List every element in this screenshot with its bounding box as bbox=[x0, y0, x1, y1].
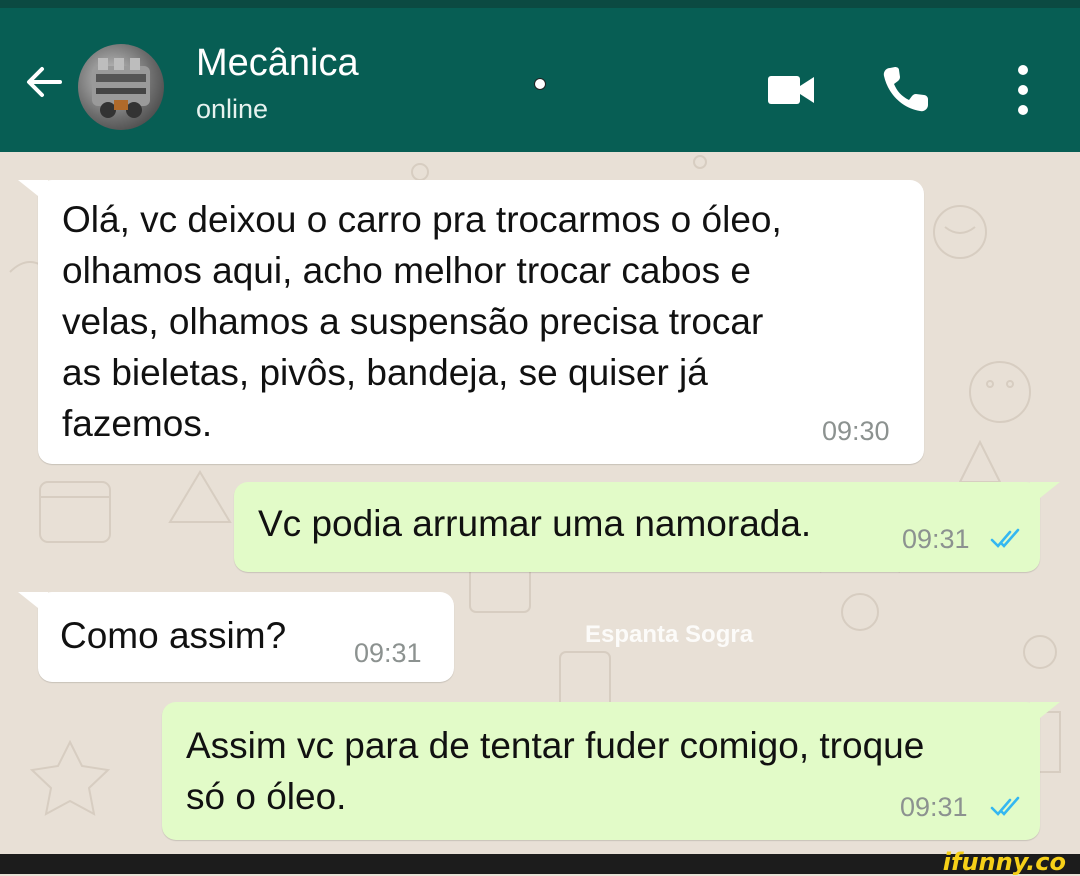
message-time: 09:31 bbox=[902, 524, 970, 554]
bubble-tail bbox=[1030, 702, 1060, 726]
message-time: 09:31 bbox=[354, 638, 422, 668]
incoming-message[interactable]: Como assim? 09:31 bbox=[38, 592, 454, 682]
chat-area[interactable]: Olá, vc deixou o carro pra trocarmos o ó… bbox=[0, 152, 1080, 854]
video-call-icon[interactable] bbox=[766, 72, 816, 108]
message-line: velas, olhamos a suspensão precisa troca… bbox=[62, 301, 764, 342]
outgoing-message[interactable]: Vc podia arrumar uma namorada. 09:31 bbox=[234, 482, 1040, 572]
bubble-tail bbox=[18, 180, 48, 204]
contact-name[interactable]: Mecânica bbox=[196, 42, 359, 85]
back-arrow-icon[interactable] bbox=[20, 58, 68, 106]
status-dot bbox=[534, 78, 546, 90]
contact-avatar[interactable] bbox=[78, 44, 164, 130]
engine-photo-icon bbox=[92, 58, 150, 118]
voice-call-icon[interactable] bbox=[880, 64, 932, 114]
read-receipt-icon bbox=[990, 796, 1020, 816]
read-receipt-icon bbox=[990, 528, 1020, 548]
watermark: Espanta Sogra bbox=[585, 621, 754, 648]
status-bar-strip bbox=[0, 0, 1080, 8]
message-time: 09:30 bbox=[822, 416, 890, 446]
message-line: as bieletas, pivôs, bandeja, se quiser j… bbox=[62, 352, 708, 393]
message-line: Assim vc para de tentar fuder comigo, tr… bbox=[186, 725, 925, 766]
message-line: olhamos aqui, acho melhor trocar cabos e bbox=[62, 250, 751, 291]
message-time: 09:31 bbox=[900, 792, 968, 822]
message-text: Vc podia arrumar uma namorada. bbox=[258, 503, 812, 544]
message-line: fazemos. bbox=[62, 403, 213, 444]
outgoing-message[interactable]: Assim vc para de tentar fuder comigo, tr… bbox=[162, 702, 1040, 840]
contact-status: online bbox=[196, 94, 269, 124]
footer-bar bbox=[0, 854, 1080, 874]
message-text: Como assim? bbox=[60, 615, 287, 656]
chat-header: Mecânica online bbox=[0, 8, 1080, 152]
more-options-icon[interactable] bbox=[1008, 62, 1038, 118]
message-line: Olá, vc deixou o carro pra trocarmos o ó… bbox=[62, 199, 782, 240]
message-text: Olá, vc deixou o carro pra trocarmos o ó… bbox=[62, 194, 902, 449]
ifunny-logo: ifunny.co bbox=[942, 848, 1066, 876]
incoming-message[interactable]: Olá, vc deixou o carro pra trocarmos o ó… bbox=[38, 180, 924, 464]
bubble-tail bbox=[1030, 482, 1060, 506]
bubble-tail bbox=[18, 592, 48, 616]
